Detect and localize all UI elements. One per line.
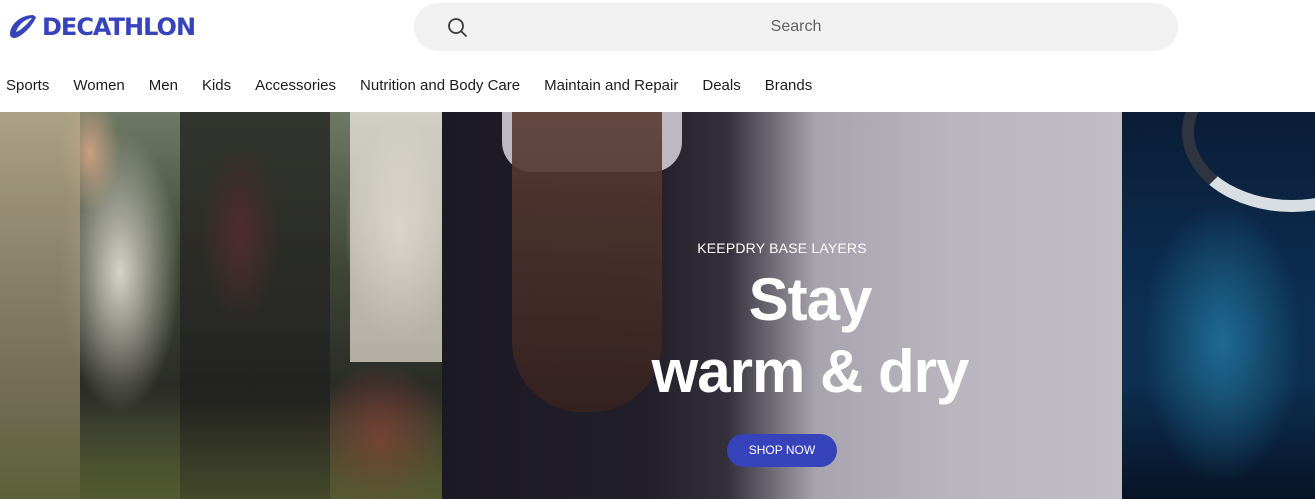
decathlon-logo[interactable]: DECATHLON <box>6 12 196 42</box>
nav-item-nutrition-body-care[interactable]: Nutrition and Body Care <box>360 74 520 98</box>
nav-item-accessories[interactable]: Accessories <box>255 74 336 98</box>
nav-item-maintain-repair[interactable]: Maintain and Repair <box>544 74 678 98</box>
nav-item-sports[interactable]: Sports <box>6 74 49 98</box>
search-input[interactable]: Search <box>414 3 1178 51</box>
nav-item-brands[interactable]: Brands <box>765 74 813 98</box>
main-nav: Sports Women Men Kids Accessories Nutrit… <box>6 74 836 98</box>
site-header: DECATHLON Search Sports Women Men Kids A… <box>0 0 1315 112</box>
nav-item-kids[interactable]: Kids <box>202 74 231 98</box>
hero-headline: Stay warm & dry <box>620 264 1000 408</box>
hero-headline-line1: Stay <box>748 266 873 333</box>
nav-item-men[interactable]: Men <box>149 74 178 98</box>
hero-headline-line2: warm & dry <box>651 338 970 405</box>
shop-now-button[interactable]: SHOP NOW <box>727 434 837 467</box>
hero-promo: KEEPDRY BASE LAYERS Stay warm & dry SHOP… <box>0 112 1315 499</box>
search-bar[interactable]: Search <box>414 3 1178 51</box>
nav-item-women[interactable]: Women <box>73 74 124 98</box>
hero-banner[interactable]: KEEPDRY BASE LAYERS Stay warm & dry SHOP… <box>0 112 1315 499</box>
brand-name: DECATHLON <box>42 13 196 41</box>
hero-eyebrow: KEEPDRY BASE LAYERS <box>697 240 867 256</box>
nav-item-deals[interactable]: Deals <box>702 74 740 98</box>
logo-mark-icon <box>10 15 36 38</box>
